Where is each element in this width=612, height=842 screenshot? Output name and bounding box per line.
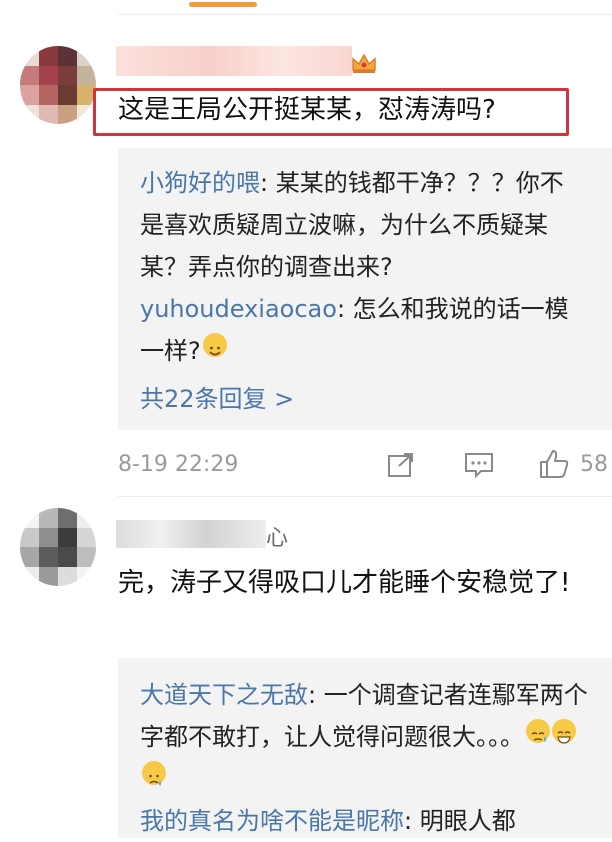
like-icon[interactable]: [538, 448, 570, 480]
active-tab-indicator: [189, 2, 257, 7]
reply-box[interactable]: 大道天下之无敌: 一个调查记者连鄢军两个字都不敢打，让人觉得问题很大。。。 我的…: [118, 658, 612, 838]
like-count: 58: [580, 452, 608, 477]
grin-emoji-icon: [552, 719, 576, 744]
divider: [118, 496, 612, 497]
reply-username[interactable]: 小狗好的喂: [140, 169, 260, 197]
reply-item[interactable]: 小狗好的喂: 某某的钱都干净？？？你不是喜欢质疑周立波嘛，为什么不质疑某某？弄点…: [140, 162, 580, 288]
sad-sweat-emoji-icon: [142, 761, 166, 786]
reply-separator: :: [260, 169, 276, 197]
tab-bar: [0, 0, 612, 14]
timestamp: 8-19 22:29: [118, 452, 239, 477]
smile-emoji-icon: [202, 333, 227, 357]
reply-username[interactable]: 大道天下之无敌: [140, 681, 308, 709]
reply-separator: :: [308, 681, 324, 709]
reply-username[interactable]: yuhoudexiaocao: [140, 295, 337, 323]
avatar[interactable]: [20, 46, 96, 124]
reply-separator: :: [404, 807, 420, 835]
reply-item[interactable]: 大道天下之无敌: 一个调查记者连鄢军两个字都不敢打，让人觉得问题很大。。。: [140, 674, 588, 800]
divider: [118, 14, 612, 15]
username-blurred[interactable]: [116, 46, 352, 76]
comment-text: 完，涛子又得吸口儿才能睡个安稳觉了!: [118, 568, 571, 598]
share-icon[interactable]: [386, 451, 416, 479]
reply-separator: :: [336, 295, 353, 323]
vip-crown-icon: [352, 53, 376, 73]
reply-item[interactable]: 我的真名为啥不能是昵称: 明眼人都: [140, 800, 588, 842]
reply-text: 明眼人都: [419, 807, 516, 835]
username-blurred[interactable]: [116, 520, 266, 548]
comment-icon[interactable]: [463, 451, 495, 479]
avatar[interactable]: [20, 508, 96, 586]
sweat-emoji-icon: [526, 719, 550, 743]
reply-username[interactable]: 我的真名为啥不能是昵称: [140, 807, 404, 835]
reply-item[interactable]: yuhoudexiaocao: 怎么和我说的话一模一样?: [140, 288, 580, 372]
reply-box[interactable]: 小狗好的喂: 某某的钱都干净？？？你不是喜欢质疑周立波嘛，为什么不质疑某某？弄点…: [118, 148, 612, 430]
view-more-replies-link[interactable]: 共22条回复 >: [140, 378, 580, 420]
comment-text: 这是王局公开挺某某，怼涛涛吗?: [118, 95, 496, 125]
username-visible-part[interactable]: 心: [266, 520, 288, 552]
